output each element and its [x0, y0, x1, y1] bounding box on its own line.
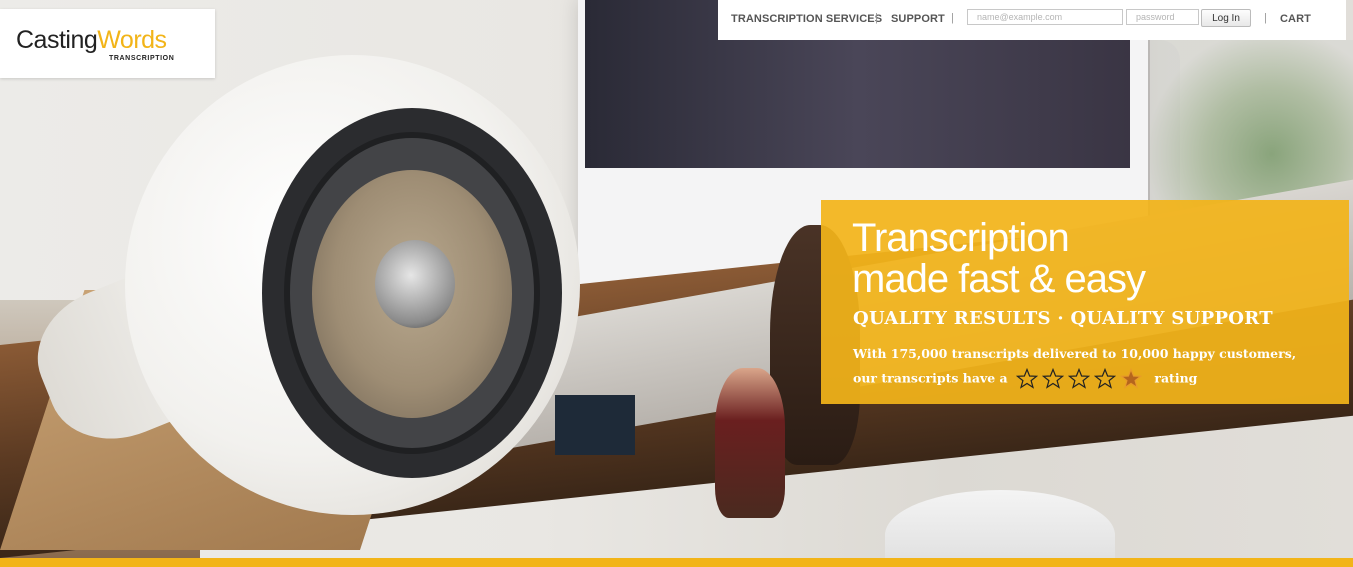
promo-headline-line1: Transcription [852, 216, 1070, 260]
top-nav: TRANSCRIPTION SERVICES | SUPPORT | Log I… [718, 0, 1346, 40]
nav-separator: | [951, 12, 954, 24]
nav-support-link[interactable]: SUPPORT [891, 13, 945, 25]
nav-separator: | [875, 12, 878, 24]
password-input[interactable] [1126, 9, 1199, 25]
promo-body: With 175,000 transcripts delivered to 10… [853, 342, 1313, 392]
logo[interactable]: CastingWords TRANSCRIPTION [0, 9, 215, 78]
star-icon [1068, 367, 1091, 389]
star-icon [1094, 367, 1117, 389]
star-rating [1016, 366, 1146, 390]
star-icon [1016, 367, 1039, 389]
login-button[interactable]: Log In [1201, 9, 1251, 27]
promo-headline-line2: made fast & easy [852, 257, 1146, 301]
promo-body-suffix: rating [1154, 370, 1198, 386]
logo-wordmark: CastingWords [16, 26, 167, 54]
promo-box: Transcription made fast & easy QUALITY R… [821, 200, 1349, 404]
promo-tagline: QUALITY RESULTS · QUALITY SUPPORT [853, 308, 1273, 329]
star-icon [1120, 367, 1143, 389]
logo-subtitle: TRANSCRIPTION [109, 55, 175, 62]
promo-headline: Transcription made fast & easy [852, 216, 1146, 301]
email-input[interactable] [967, 9, 1123, 25]
star-icon [1042, 367, 1065, 389]
bottom-accent-bar [0, 558, 1353, 567]
nav-transcription-services-link[interactable]: TRANSCRIPTION SERVICES [731, 13, 882, 25]
nav-cart-link[interactable]: CART [1280, 13, 1311, 25]
nav-separator: | [1264, 12, 1267, 24]
